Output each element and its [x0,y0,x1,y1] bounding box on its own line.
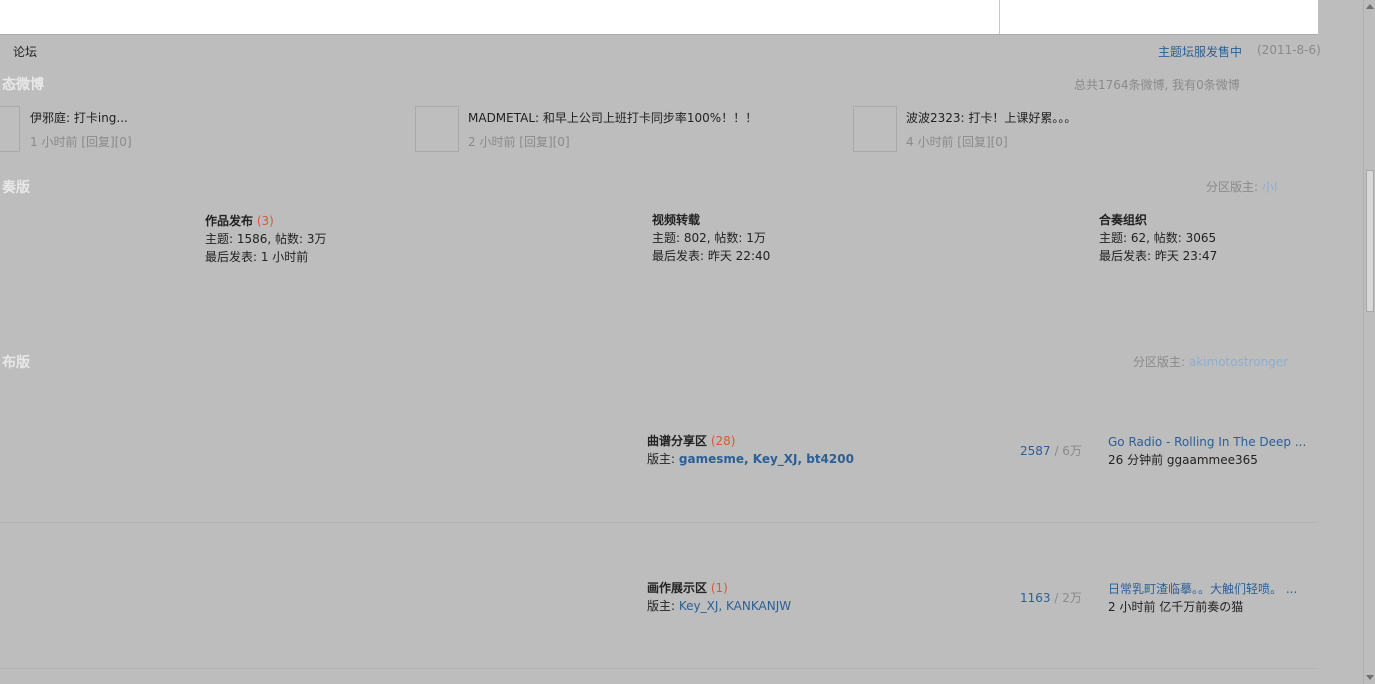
moderators-label: 版主: [647,599,676,613]
forum-stats: 主题: 1586, 帖数: 3万 [205,232,327,246]
scroll-down-arrow-icon[interactable] [1366,675,1374,680]
breadcrumb-forum[interactable]: 论坛 [13,43,37,60]
new-post-count: (3) [256,214,274,228]
forum-name-link[interactable]: 视频转载 [652,213,700,227]
topic-count: 1163 [1020,591,1051,605]
moderator-name-link[interactable]: akimotostronger [1189,355,1288,369]
moderator-label: 分区版主: [1206,180,1259,194]
announcement-date: (2011-8-6) [1257,43,1321,57]
vertical-scrollbar[interactable] [1363,0,1375,684]
scroll-up-arrow-icon[interactable] [1366,4,1374,9]
forum-row-info: 曲谱分享区 (28) 版主: gamesme, Key_XJ, bt4200 [647,432,854,468]
row-divider [0,522,1318,523]
announcement-link[interactable]: 主题坛服发售中 [1158,43,1242,60]
avatar[interactable] [0,106,20,152]
weibo-post-text[interactable]: 波波2323: 打卡！上课好累。。。 [906,109,1076,126]
weibo-post-text[interactable]: 伊邪庭: 打卡ing... [30,109,128,126]
forum-counts: 1163 / 2万 [1020,589,1082,606]
forum-last-post: 日常乳町渣临摹。。大触们轻喷。 ... 2 小时前 亿千万前奏の猫 [1108,580,1297,616]
last-post-title-link[interactable]: Go Radio - Rolling In The Deep ... [1108,433,1306,451]
top-header-bar [0,0,1318,35]
forum-card: 视频转载 主题: 802, 帖数: 1万 最后发表: 昨天 22:40 [652,211,770,265]
forum-last-post[interactable]: 最后发表: 昨天 22:40 [652,247,770,265]
row-divider [0,668,1318,669]
new-post-count: (28) [710,434,736,448]
forum-card: 作品发布 (3) 主题: 1586, 帖数: 3万 最后发表: 1 小时前 [205,212,327,266]
avatar[interactable] [853,106,897,152]
ensemble-section-title[interactable]: 奏版 [2,177,30,197]
forum-last-post[interactable]: 最后发表: 1 小时前 [205,248,327,266]
moderator-name-link[interactable]: 小I [1262,180,1278,194]
new-post-count: (1) [710,581,728,595]
weibo-post-meta[interactable]: 4 小时前 [回复][0] [906,133,1008,150]
release-moderator: 分区版主: akimotostronger [1133,353,1288,370]
header-divider [999,0,1000,34]
forum-row-info: 画作展示区 (1) 版主: Key_XJ, KANKANJW [647,579,791,615]
weibo-stats: 总共1764条微博, 我有0条微博 [1074,78,1240,92]
topic-count: 2587 [1020,444,1051,458]
forum-counts: 2587 / 6万 [1020,442,1082,459]
post-count: / 2万 [1054,591,1082,605]
last-post-meta[interactable]: 26 分钟前 ggaammee365 [1108,451,1306,469]
forum-name-link[interactable]: 作品发布 [205,214,253,228]
post-count: / 6万 [1054,444,1082,458]
weibo-post-meta[interactable]: 2 小时前 [回复][0] [468,133,570,150]
moderator-links[interactable]: Key_XJ, KANKANJW [679,599,791,613]
moderator-links[interactable]: gamesme, Key_XJ, bt4200 [679,452,854,466]
last-post-title-link[interactable]: 日常乳町渣临摹。。大触们轻喷。 ... [1108,580,1297,598]
forum-stats: 主题: 802, 帖数: 1万 [652,231,766,245]
scrollbar-thumb[interactable] [1366,170,1374,312]
release-section-title[interactable]: 布版 [2,352,30,372]
forum-stats: 主题: 62, 帖数: 3065 [1099,231,1217,245]
forum-name-link[interactable]: 画作展示区 [647,581,707,595]
last-post-meta[interactable]: 2 小时前 亿千万前奏の猫 [1108,598,1297,616]
weibo-post-meta[interactable]: 1 小时前 [回复][0] [30,133,132,150]
forum-last-post[interactable]: 最后发表: 昨天 23:47 [1099,247,1217,265]
weibo-section-title[interactable]: 态微博 [2,74,44,94]
avatar[interactable] [415,106,459,152]
forum-name-link[interactable]: 合奏组织 [1099,213,1147,227]
forum-name-link[interactable]: 曲谱分享区 [647,434,707,448]
forum-last-post: Go Radio - Rolling In The Deep ... 26 分钟… [1108,433,1306,469]
moderator-label: 分区版主: [1133,355,1186,369]
ensemble-moderator: 分区版主: 小I [1206,178,1277,195]
forum-card: 合奏组织 主题: 62, 帖数: 3065 最后发表: 昨天 23:47 [1099,211,1217,265]
moderators-label: 版主: [647,452,676,466]
weibo-post-text[interactable]: MADMETAL: 和早上公司上班打卡同步率100%！！！ [468,109,757,126]
